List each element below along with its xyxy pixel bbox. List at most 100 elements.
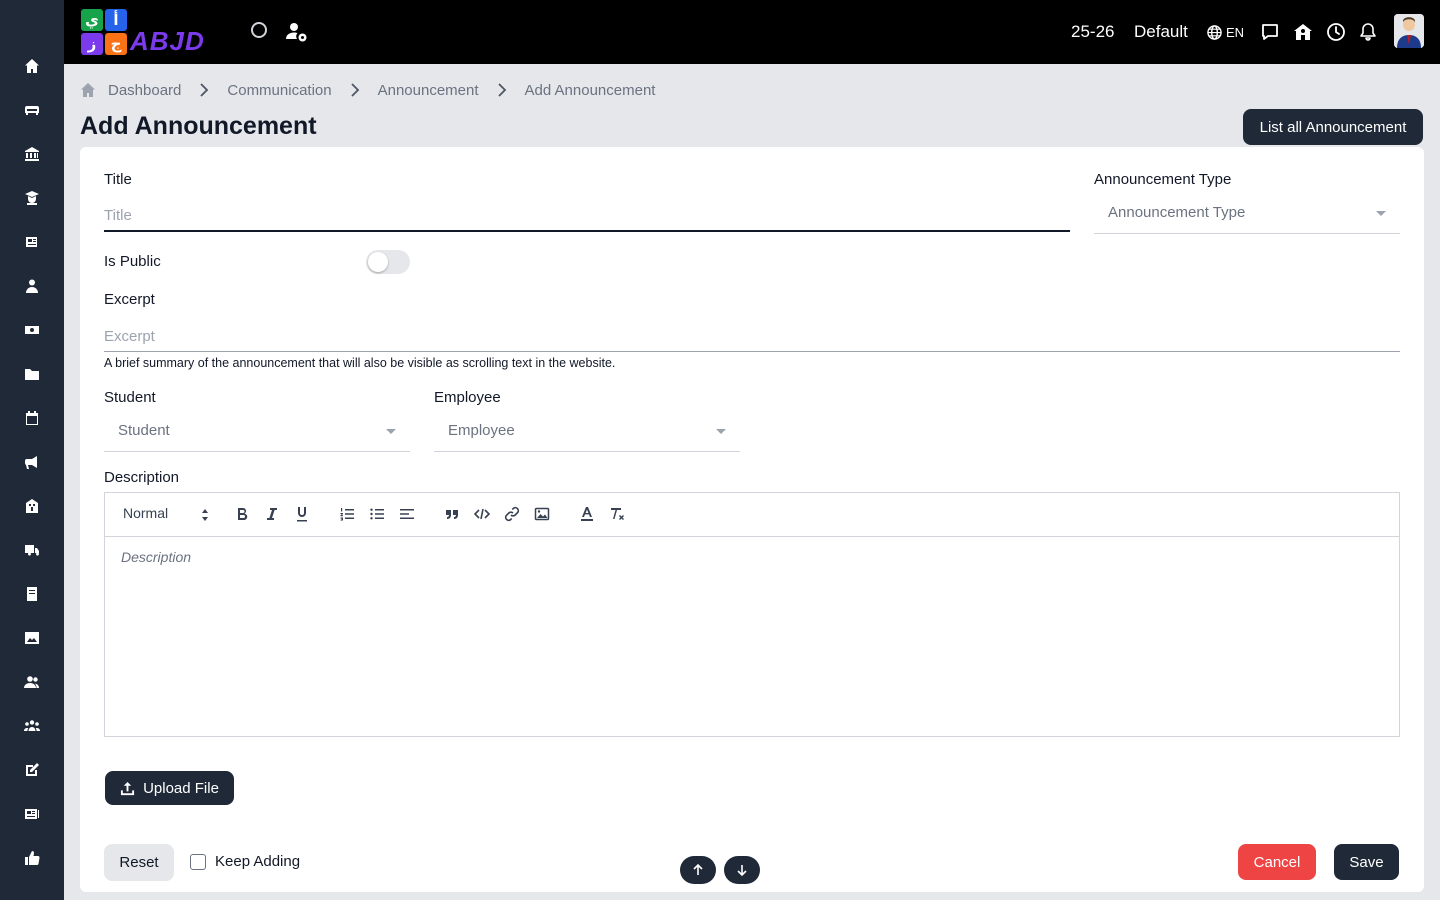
keep-adding-checkbox[interactable]	[190, 853, 206, 870]
graduate-icon[interactable]	[20, 186, 44, 210]
logo-letter: ز	[81, 33, 103, 55]
school-home-icon[interactable]	[1293, 22, 1313, 42]
language-selector[interactable]: EN	[1207, 22, 1244, 42]
breadcrumb: Dashboard Communication Announcement Add…	[80, 80, 655, 100]
excerpt-input[interactable]	[104, 321, 1400, 352]
clock-icon[interactable]	[1326, 22, 1346, 42]
user-settings-icon[interactable]	[286, 21, 308, 43]
format-arrows-icon	[202, 509, 208, 521]
upload-file-label: Upload File	[143, 779, 219, 797]
chevron-right-icon	[350, 83, 360, 97]
student-select[interactable]: Student	[104, 411, 410, 452]
logo-letter: ج	[105, 33, 127, 55]
image-icon[interactable]	[20, 626, 44, 650]
user-avatar[interactable]	[1394, 14, 1424, 48]
profile-selector[interactable]: Default	[1134, 20, 1188, 44]
school-icon[interactable]	[20, 494, 44, 518]
format-select[interactable]: Normal	[123, 505, 209, 525]
underline-icon[interactable]	[292, 504, 312, 524]
thumbs-up-icon[interactable]	[20, 846, 44, 870]
employee-select[interactable]: Employee	[434, 411, 740, 452]
student-value: Student	[118, 422, 170, 439]
home-icon[interactable]	[80, 82, 96, 98]
money-icon[interactable]	[20, 318, 44, 342]
breadcrumb-announcement[interactable]: Announcement	[378, 82, 479, 99]
bold-icon[interactable]	[232, 504, 252, 524]
breadcrumb-communication[interactable]: Communication	[227, 82, 331, 99]
title-input[interactable]	[104, 201, 1070, 232]
employee-label: Employee	[434, 389, 501, 406]
ordered-list-icon[interactable]	[337, 504, 357, 524]
status-circle-icon[interactable]	[251, 22, 267, 38]
is-public-label: Is Public	[104, 253, 161, 270]
description-editor: Normal Description	[104, 492, 1400, 737]
bullet-list-icon[interactable]	[367, 504, 387, 524]
scroll-down-button[interactable]	[724, 856, 760, 884]
folder-icon[interactable]	[20, 362, 44, 386]
users-icon[interactable]	[20, 670, 44, 694]
keep-adding-label[interactable]: Keep Adding	[215, 853, 300, 870]
breadcrumb-dashboard[interactable]: Dashboard	[108, 82, 181, 99]
topbar: ي أ ز ج ABJD 25-26 Default EN	[64, 0, 1440, 64]
chevron-down-icon	[386, 429, 396, 434]
people-group-icon[interactable]	[20, 714, 44, 738]
toggle-knob	[368, 252, 388, 272]
upload-file-button[interactable]: Upload File	[105, 771, 234, 805]
truck-icon[interactable]	[20, 538, 44, 562]
description-label: Description	[104, 469, 180, 486]
save-button[interactable]: Save	[1334, 844, 1399, 880]
breadcrumb-current: Add Announcement	[524, 81, 656, 99]
sofa-icon[interactable]	[20, 98, 44, 122]
excerpt-help-text: A brief summary of the announcement that…	[104, 356, 616, 370]
format-value: Normal	[123, 505, 169, 521]
clear-format-icon[interactable]	[607, 504, 627, 524]
employee-value: Employee	[448, 422, 515, 439]
logo-letter: ي	[81, 9, 103, 31]
scroll-up-button[interactable]	[680, 856, 716, 884]
announcement-type-value: Announcement Type	[1108, 204, 1246, 221]
chevron-down-icon	[1376, 211, 1386, 216]
blockquote-icon[interactable]	[442, 504, 462, 524]
cancel-button[interactable]: Cancel	[1238, 844, 1316, 880]
description-textarea[interactable]: Description	[121, 549, 191, 565]
app-logo[interactable]: ي أ ز ج ABJD	[80, 8, 225, 56]
logo-letter: أ	[105, 9, 127, 31]
is-public-toggle[interactable]	[366, 250, 410, 274]
logo-wordmark: ABJD	[130, 26, 205, 56]
link-icon[interactable]	[502, 504, 522, 524]
bell-icon[interactable]	[1358, 22, 1378, 42]
announcement-form: Title Announcement Type Announcement Typ…	[80, 147, 1424, 892]
reset-button[interactable]: Reset	[104, 844, 174, 881]
home-icon[interactable]	[20, 54, 44, 78]
book-icon[interactable]	[20, 582, 44, 606]
code-icon[interactable]	[472, 504, 492, 524]
image-icon[interactable]	[532, 504, 552, 524]
announcement-type-label: Announcement Type	[1094, 171, 1232, 188]
teacher-icon[interactable]	[20, 274, 44, 298]
page-title: Add Announcement	[80, 112, 317, 140]
newspaper-icon[interactable]	[20, 230, 44, 254]
news-icon[interactable]	[20, 802, 44, 826]
list-all-announcement-button[interactable]: List all Announcement	[1243, 109, 1423, 145]
bank-icon[interactable]	[20, 142, 44, 166]
keep-adding-option: Keep Adding	[190, 853, 300, 870]
academic-year[interactable]: 25-26	[1071, 20, 1114, 44]
arrow-up-icon	[693, 864, 703, 875]
language-code: EN	[1226, 24, 1245, 40]
italic-icon[interactable]	[262, 504, 282, 524]
logo-mark: ي أ ز ج	[80, 8, 128, 56]
announcement-type-select[interactable]: Announcement Type	[1094, 193, 1400, 234]
text-color-icon[interactable]	[577, 504, 597, 524]
globe-icon	[1207, 24, 1222, 40]
edit-icon[interactable]	[20, 758, 44, 782]
chat-icon[interactable]	[1260, 22, 1280, 42]
excerpt-label: Excerpt	[104, 291, 155, 308]
align-left-icon[interactable]	[397, 504, 417, 524]
chevron-right-icon	[497, 83, 507, 97]
calendar-icon[interactable]	[20, 406, 44, 430]
megaphone-icon[interactable]	[20, 450, 44, 474]
arrow-down-icon	[737, 865, 747, 876]
title-label: Title	[104, 171, 132, 188]
editor-toolbar: Normal	[105, 493, 1399, 537]
sidebar	[0, 0, 64, 900]
